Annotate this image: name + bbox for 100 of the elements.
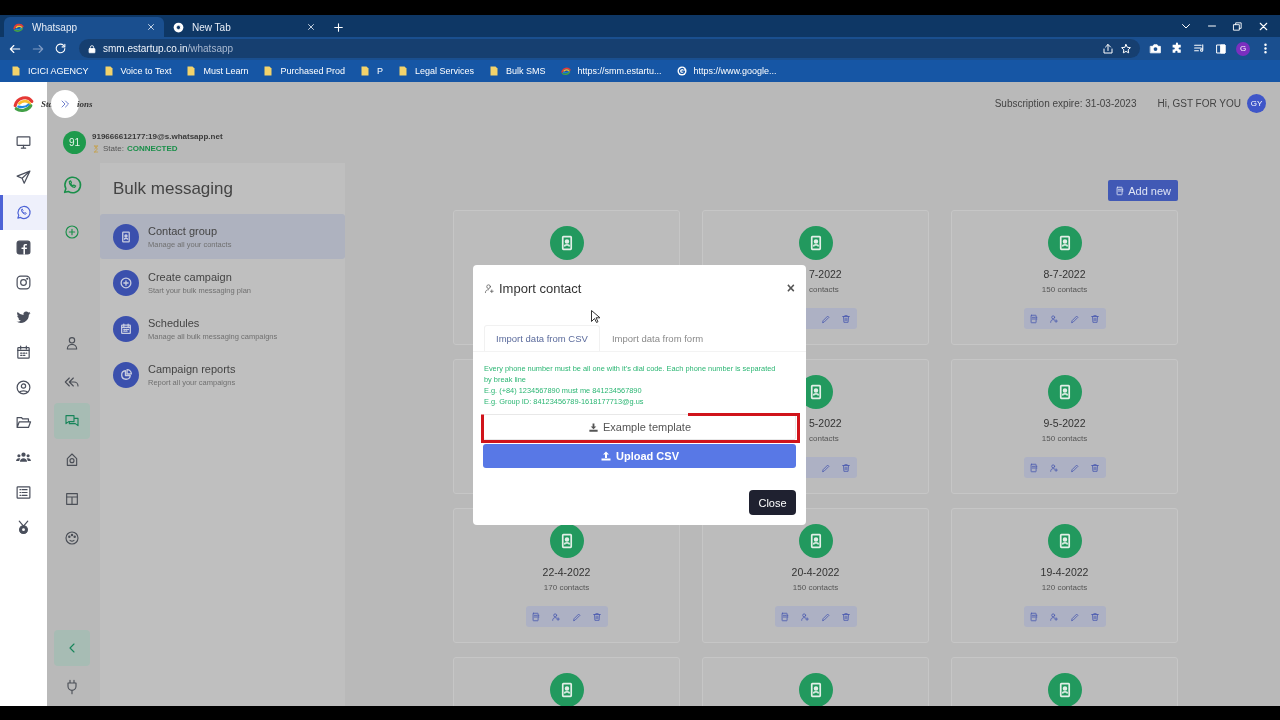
restore-icon[interactable]	[1232, 20, 1243, 32]
group-date: 5-2022	[809, 417, 842, 429]
note-icon	[779, 611, 790, 622]
chat-icon	[64, 412, 80, 429]
note-icon	[1028, 462, 1039, 473]
pencil-icon	[1069, 313, 1080, 324]
bookmark-item[interactable]: https://www.google...	[675, 65, 777, 77]
bookmark-item[interactable]: Legal Services	[397, 65, 475, 77]
group-date: 8-7-2022	[1043, 268, 1086, 280]
share-icon[interactable]	[1102, 42, 1114, 55]
user-plus-icon	[1049, 462, 1060, 473]
contact-book-icon	[549, 226, 584, 260]
profile-avatar[interactable]: G	[1236, 41, 1250, 56]
contact-count: 150 contacts	[792, 583, 839, 592]
trash-icon	[841, 611, 852, 622]
contact-book-icon	[1047, 524, 1082, 558]
plus-circle-icon	[113, 269, 139, 296]
bookmark-item[interactable]: P	[358, 65, 383, 77]
tab-close-icon[interactable]	[306, 22, 316, 32]
dialog-tab[interactable]: Import data from CSV	[484, 325, 600, 351]
calendar-icon	[113, 315, 139, 342]
chevron-double-icon	[59, 97, 71, 110]
palette-icon	[64, 529, 80, 546]
nav-button[interactable]	[0, 195, 47, 230]
contact-book-icon	[549, 524, 584, 558]
camera-icon[interactable]	[1149, 42, 1162, 55]
bookmark-item[interactable]: Bulk SMS	[488, 65, 546, 77]
user-plus-icon	[1049, 313, 1060, 324]
plus-circle-icon	[64, 223, 80, 240]
bookmark-item[interactable]: https://smm.estartu...	[559, 65, 662, 77]
new-tab-icon[interactable]	[332, 21, 345, 34]
contact-count: 150 contacts	[1041, 434, 1088, 443]
trash-icon	[1090, 313, 1101, 324]
reload-icon[interactable]	[54, 42, 67, 55]
user-plus-icon	[1049, 611, 1060, 622]
user-icon	[64, 334, 80, 351]
upload-csv-button[interactable]: Upload CSV	[483, 444, 796, 468]
bookmark-item[interactable]: Must Learn	[185, 65, 249, 77]
trash-icon	[841, 462, 852, 473]
contact-book-icon	[1047, 226, 1082, 260]
calendar-icon	[15, 344, 32, 361]
square-logo-icon	[15, 239, 32, 256]
contact-count: 120 contacts	[1041, 583, 1088, 592]
hourglass-icon	[92, 144, 100, 153]
contact-book-icon	[549, 673, 584, 706]
pencil-icon	[1069, 611, 1080, 622]
contact-group-card[interactable]: 19-4-2022 120 contacts	[951, 508, 1178, 643]
phone-chat-icon	[15, 204, 32, 221]
camera-square-icon	[15, 274, 32, 291]
note-icon	[1115, 185, 1126, 196]
tool-button[interactable]	[54, 402, 90, 439]
trash-icon	[1090, 611, 1101, 622]
star-icon[interactable]	[1120, 42, 1132, 55]
address-bar[interactable]: smm.estartup.co.in/whatsapp	[79, 39, 1140, 58]
cursor-icon	[591, 310, 600, 323]
contact-count: contacts	[809, 434, 839, 443]
contact-group-card[interactable]: 20-4-2022 150 contacts	[702, 508, 929, 643]
user-avatar[interactable]: GY	[1247, 94, 1266, 113]
close-button[interactable]: ×	[786, 280, 795, 296]
media-icon[interactable]	[1193, 42, 1206, 55]
example-template-button[interactable]: Example template	[483, 414, 796, 440]
bookmark-item[interactable]: ICICI AGENCY	[10, 65, 89, 77]
contact-count: 170 contacts	[543, 583, 590, 592]
trash-icon	[1090, 462, 1101, 473]
folder-icon	[262, 65, 275, 77]
url-text: smm.estartup.co.in/whatsapp	[103, 43, 235, 54]
account-avatar: 91	[63, 131, 86, 154]
contact-group-card[interactable]: 8-7-2022 150 contacts	[951, 210, 1178, 345]
expand-button[interactable]	[51, 89, 79, 118]
pencil-icon	[820, 611, 831, 622]
pencil-icon	[820, 462, 831, 473]
monitor-icon	[15, 134, 32, 151]
browser-tab[interactable]: Whatsapp	[4, 17, 164, 37]
group-date: 19-4-2022	[1040, 566, 1089, 578]
trash-icon	[841, 313, 852, 324]
extensions-icon[interactable]	[1171, 42, 1184, 55]
folder-icon	[15, 414, 32, 431]
user-add-icon	[484, 282, 495, 294]
browser-tab[interactable]: New Tab	[164, 17, 324, 37]
group-date: 22-4-2022	[542, 566, 591, 578]
dialog-title: Import contact	[499, 280, 583, 296]
bookmark-item[interactable]: Purchased Prod	[262, 65, 345, 77]
trash-icon	[592, 611, 603, 622]
contact-count: contacts	[809, 285, 839, 294]
pie-icon	[113, 361, 139, 388]
folder-icon	[10, 65, 22, 77]
contact-book-icon	[1047, 375, 1082, 409]
tab-close-icon[interactable]	[146, 22, 156, 32]
greeting-text: Hi, GST FOR YOU	[1157, 98, 1241, 109]
pencil-icon	[820, 313, 831, 324]
close-dialog-button[interactable]: Close	[749, 490, 796, 515]
contact-group-card[interactable]: 9-5-2022 150 contacts	[951, 359, 1178, 494]
add-new-button[interactable]: Add new	[1108, 180, 1178, 201]
send-icon	[15, 169, 32, 186]
contact-book-icon	[1047, 673, 1082, 706]
phone-chat-icon	[61, 173, 83, 196]
webcam-icon	[64, 451, 80, 468]
sidebar-icon[interactable]	[1215, 42, 1227, 55]
list-icon	[15, 484, 32, 501]
bookmark-item[interactable]: Voice to Text	[102, 65, 172, 77]
